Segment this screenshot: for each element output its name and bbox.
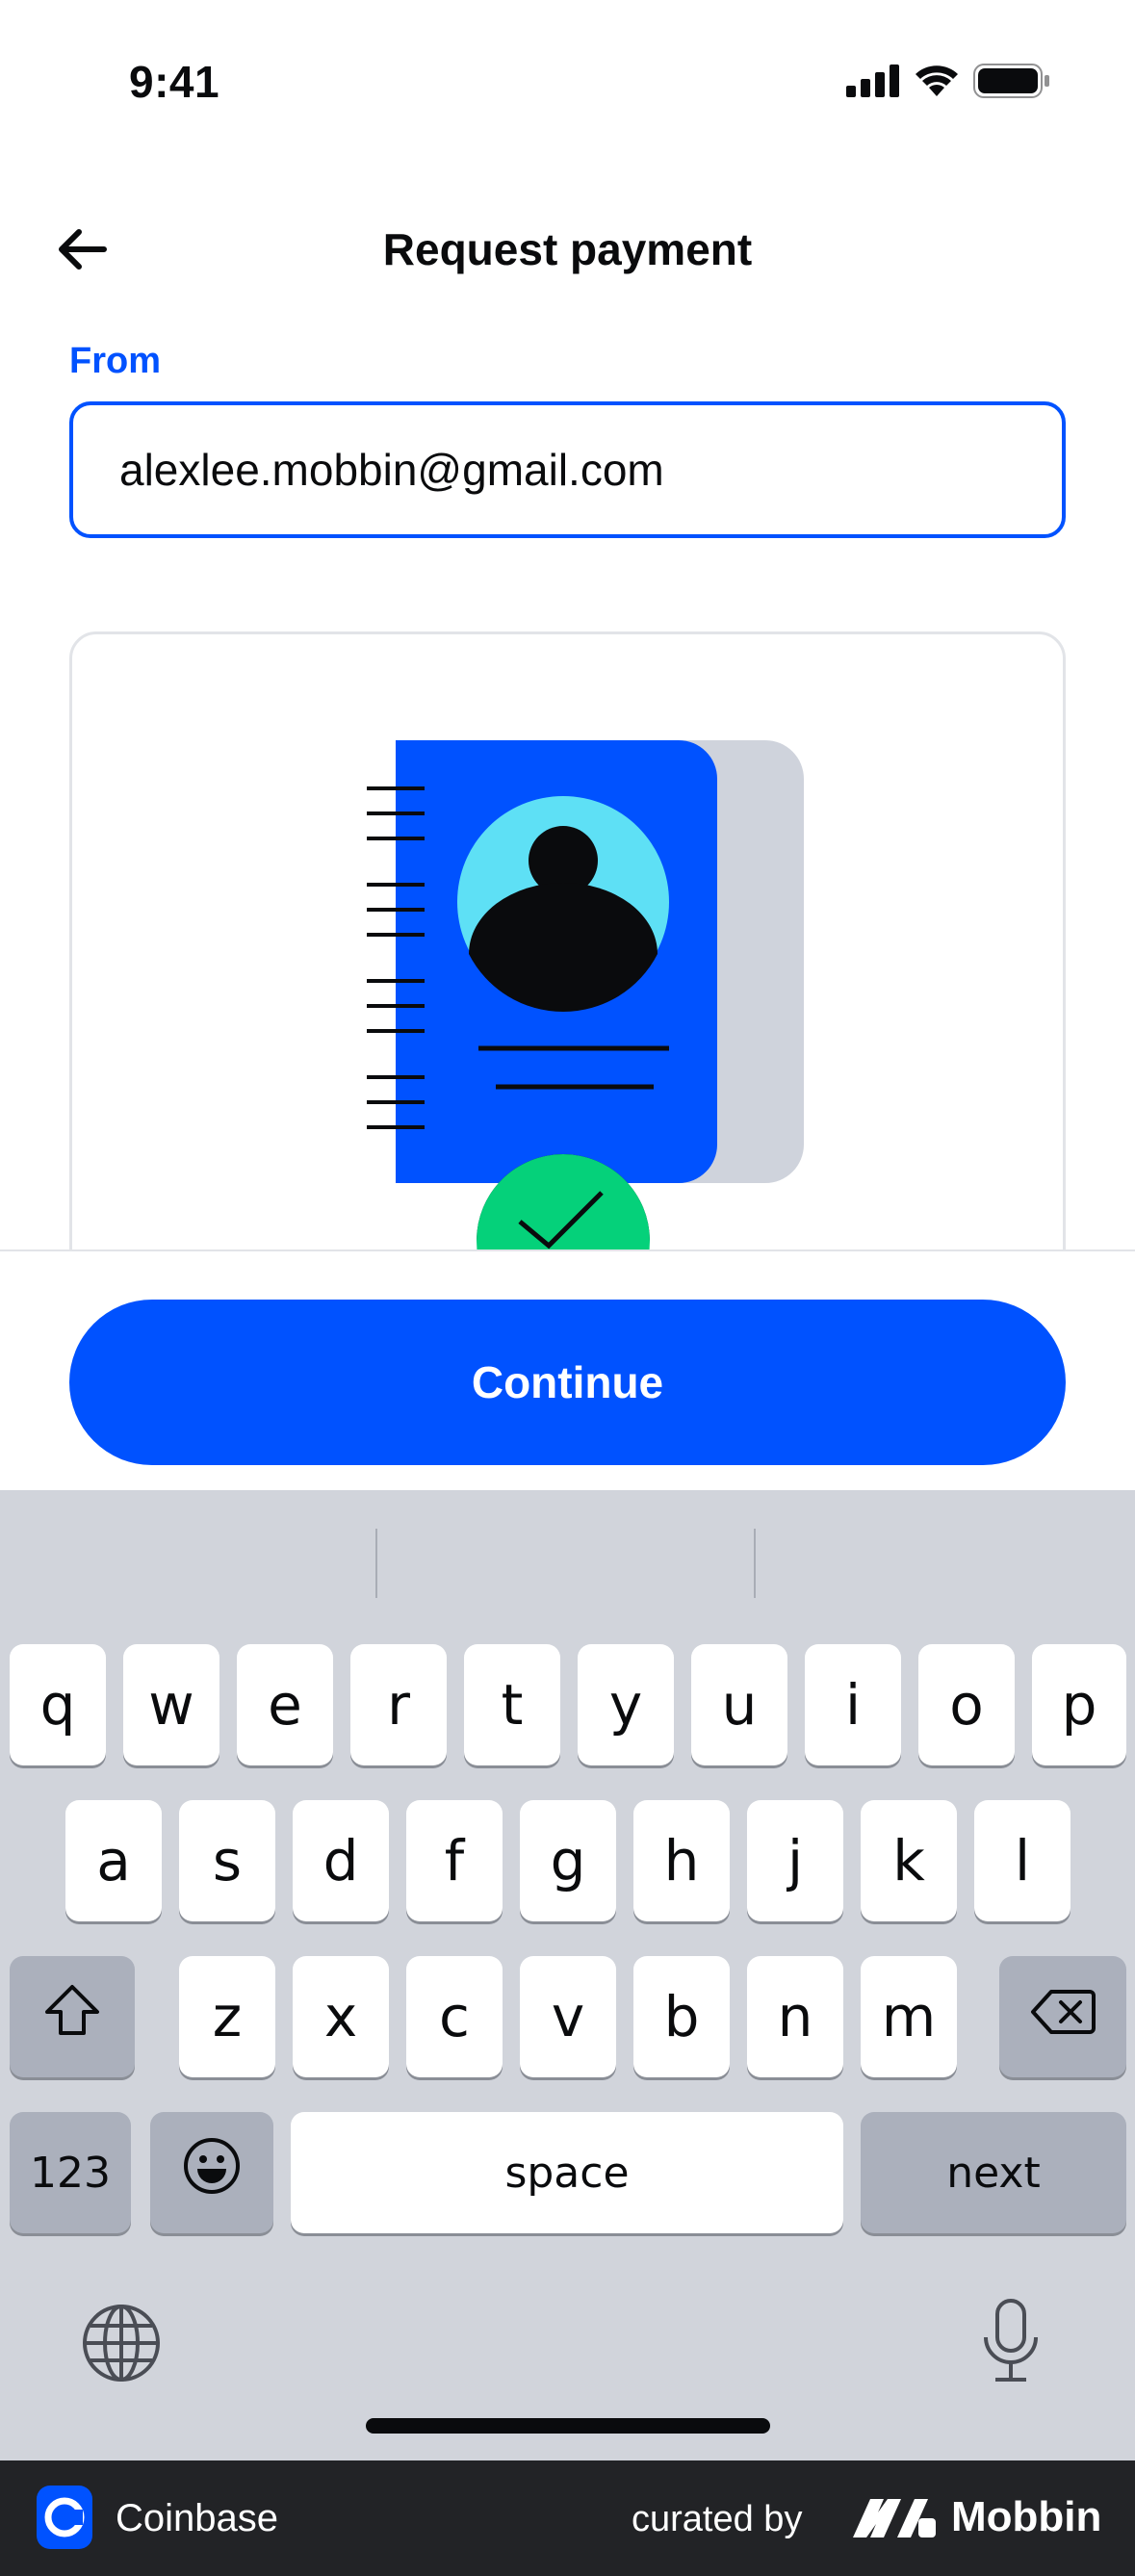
key-y[interactable]: y [578, 1644, 674, 1765]
space-key[interactable]: space [291, 2112, 843, 2233]
key-j[interactable]: j [747, 1800, 843, 1921]
contact-book-illustration [361, 740, 804, 1302]
footer-bar: Coinbase curated by Mobbin [0, 2460, 1135, 2576]
key-i[interactable]: i [805, 1644, 901, 1765]
mobbin-logo-icon [851, 2495, 938, 2544]
key-e[interactable]: e [237, 1644, 333, 1765]
shift-key[interactable] [10, 1956, 135, 2077]
wifi-icon [914, 64, 960, 103]
shift-icon [43, 1983, 101, 2050]
status-icons [846, 64, 1050, 103]
microphone-button[interactable] [980, 2297, 1042, 2388]
from-label: From [69, 341, 161, 381]
illustration-card [69, 631, 1066, 1305]
next-key[interactable]: next [861, 2112, 1126, 2233]
cellular-signal-icon [846, 64, 900, 102]
key-o[interactable]: o [918, 1644, 1015, 1765]
key-b[interactable]: b [633, 1956, 730, 2077]
suggestion-divider [375, 1529, 377, 1598]
microphone-icon [980, 2299, 1042, 2387]
key-v[interactable]: v [520, 1956, 616, 2077]
brand-name: Coinbase [116, 2497, 279, 2539]
keyboard: q w e r t y u i o p a s d f g h j k l z … [0, 1490, 1135, 2460]
key-c[interactable]: c [406, 1956, 503, 2077]
key-l[interactable]: l [974, 1800, 1071, 1921]
key-f[interactable]: f [406, 1800, 503, 1921]
suggestion-divider [754, 1529, 756, 1598]
curator-name: Mobbin [951, 2493, 1102, 2540]
key-d[interactable]: d [293, 1800, 389, 1921]
key-q[interactable]: q [10, 1644, 106, 1765]
battery-icon [973, 64, 1050, 103]
delete-icon [1030, 1984, 1096, 2049]
coinbase-logo-icon [37, 2486, 92, 2549]
globe-button[interactable] [81, 2303, 162, 2388]
key-t[interactable]: t [464, 1644, 560, 1765]
emoji-key[interactable] [150, 2112, 273, 2233]
key-g[interactable]: g [520, 1800, 616, 1921]
home-indicator [366, 2418, 770, 2434]
key-s[interactable]: s [179, 1800, 275, 1921]
emoji-icon [182, 2136, 242, 2209]
key-r[interactable]: r [350, 1644, 447, 1765]
key-m[interactable]: m [861, 1956, 957, 2077]
key-p[interactable]: p [1032, 1644, 1126, 1765]
key-z[interactable]: z [179, 1956, 275, 2077]
delete-key[interactable] [999, 1956, 1126, 2077]
key-a[interactable]: a [65, 1800, 162, 1921]
key-n[interactable]: n [747, 1956, 843, 2077]
key-h[interactable]: h [633, 1800, 730, 1921]
status-time: 9:41 [129, 57, 220, 107]
key-k[interactable]: k [861, 1800, 957, 1921]
curated-by-label: curated by [632, 2499, 803, 2539]
page-title: Request payment [382, 224, 753, 274]
key-w[interactable]: w [123, 1644, 219, 1765]
key-u[interactable]: u [691, 1644, 787, 1765]
email-field[interactable]: alexlee.mobbin@gmail.com [69, 401, 1066, 538]
globe-icon [81, 2305, 162, 2387]
continue-button[interactable]: Continue [69, 1300, 1066, 1465]
key-x[interactable]: x [293, 1956, 389, 2077]
numbers-key[interactable]: 123 [10, 2112, 131, 2233]
